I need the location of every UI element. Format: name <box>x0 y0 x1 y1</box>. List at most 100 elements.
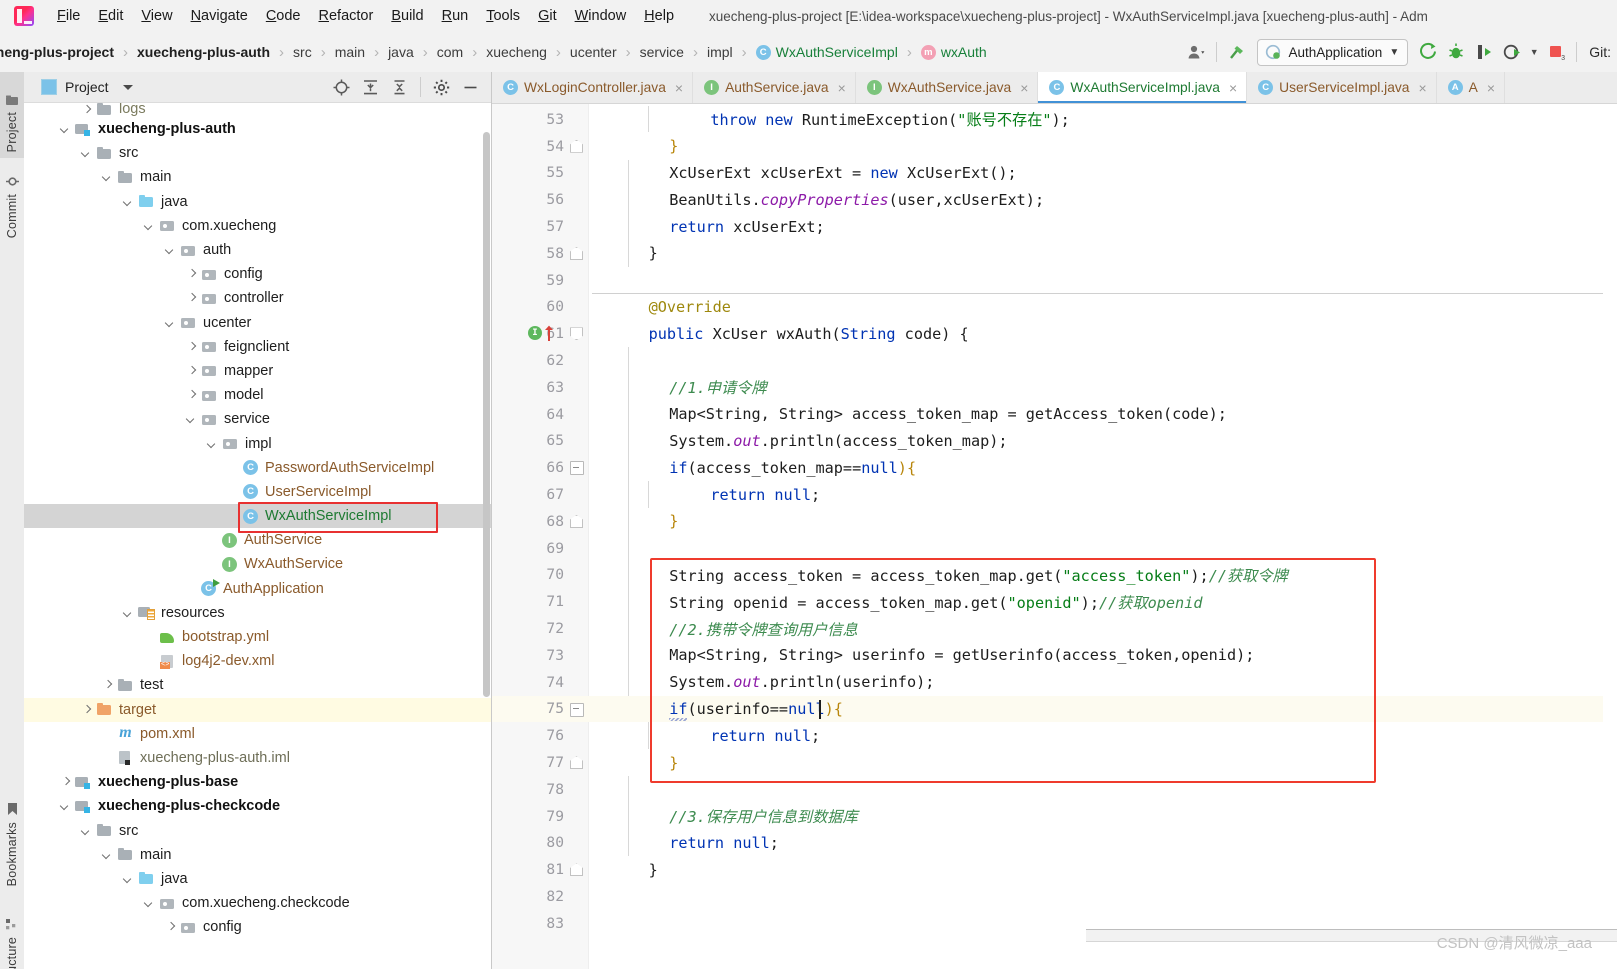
editor-tab-wxauthservice-java[interactable]: I WxAuthService.java × <box>856 72 1039 103</box>
tree-item-com-xuecheng-checkcode[interactable]: com.xuecheng.checkcode <box>24 891 491 915</box>
tree-item-feignclient[interactable]: feignclient <box>24 335 491 359</box>
code-lines[interactable]: 53 throw new RuntimeException("账号不存在"); 54… <box>492 104 1617 969</box>
tree-item-main[interactable]: main <box>24 165 491 189</box>
code-line-56[interactable]: 56 BeanUtils.copyProperties(user,xcUserEx… <box>492 186 1617 213</box>
tree-item-service[interactable]: service <box>24 407 491 431</box>
editor-vertical-scrollbar[interactable] <box>1603 104 1617 969</box>
code-line-70[interactable]: 70 String access_token = access_token_map… <box>492 562 1617 589</box>
code-line-62[interactable]: 62 <box>492 347 1617 374</box>
tree-item-model[interactable]: model <box>24 383 491 407</box>
profile-icon[interactable] <box>1498 39 1526 65</box>
code-fold-marker[interactable] <box>570 756 583 770</box>
breadcrumb-item-service[interactable]: service <box>638 44 686 60</box>
sidebar-tab-structure[interactable]: Structure <box>0 892 24 969</box>
code-line-81[interactable]: 81} <box>492 856 1617 883</box>
menu-item-navigate[interactable]: Navigate <box>182 5 257 27</box>
code-line-58[interactable]: 58} <box>492 240 1617 267</box>
tree-item-wxauthservice[interactable]: I WxAuthService <box>24 552 491 576</box>
override-arrow-icon[interactable] <box>544 325 554 342</box>
code-line-79[interactable]: 79 //3.保存用户信息到数据库 <box>492 803 1617 830</box>
code-line-78[interactable]: 78 <box>492 776 1617 803</box>
close-icon[interactable]: × <box>838 81 846 95</box>
code-line-61[interactable]: 61 public XcUser wxAuth(String code) {I <box>492 320 1617 347</box>
tree-item-target[interactable]: target <box>24 697 491 722</box>
menu-item-refactor[interactable]: Refactor <box>310 5 383 27</box>
code-line-60[interactable]: 60 @Override <box>492 292 1617 321</box>
tree-item-src[interactable]: src <box>24 818 491 842</box>
chevron-down-icon[interactable] <box>59 799 73 813</box>
chevron-right-icon[interactable] <box>185 340 199 354</box>
editor-tab-wxlogincontroller-java[interactable]: C WxLoginController.java × <box>492 72 694 103</box>
menu-item-window[interactable]: Window <box>566 5 636 27</box>
project-tree-scrollbar[interactable] <box>483 132 490 697</box>
menu-item-tools[interactable]: Tools <box>477 5 529 27</box>
close-icon[interactable]: × <box>1229 81 1237 95</box>
tree-item-authapplication[interactable]: C AuthApplication <box>24 577 491 601</box>
tree-item-java[interactable]: java <box>24 867 491 891</box>
code-line-66[interactable]: 66 if(access_token_map==null){ <box>492 454 1617 481</box>
breadcrumb-item-src[interactable]: src <box>291 44 314 60</box>
code-line-72[interactable]: 72 //2.携带令牌查询用户信息 <box>492 615 1617 642</box>
tree-item-log4j2-dev-xml[interactable]: log4j2-dev.xml <box>24 649 491 673</box>
tree-item-src[interactable]: src <box>24 141 491 165</box>
stop-icon[interactable]: 3 <box>1542 39 1570 65</box>
editor-tab-bar[interactable]: C WxLoginController.java × I AuthService.jav… <box>492 72 1617 104</box>
chevron-right-icon[interactable] <box>185 364 199 378</box>
chevron-down-icon[interactable] <box>80 824 94 838</box>
sidebar-tab-commit[interactable]: Commit <box>0 152 24 244</box>
code-line-69[interactable]: 69 <box>492 535 1617 562</box>
tree-item-xuecheng-plus-checkcode[interactable]: xuecheng-plus-checkcode <box>24 794 491 818</box>
code-line-74[interactable]: 74 System.out.println(userinfo); <box>492 669 1617 696</box>
tree-item-bootstrap-yml[interactable]: bootstrap.yml <box>24 625 491 649</box>
close-icon[interactable]: × <box>675 81 683 95</box>
editor-tab-a[interactable]: A A × <box>1437 72 1506 103</box>
chevron-down-icon[interactable] <box>59 122 73 136</box>
editor-tab-authservice-java[interactable]: I AuthService.java × <box>693 72 856 103</box>
code-line-57[interactable]: 57 return xcUserExt; <box>492 213 1617 240</box>
project-tree[interactable]: logs xuecheng-plus-auth src main java com.xue… <box>24 103 491 969</box>
chevron-down-icon[interactable] <box>101 848 115 862</box>
menu-item-help[interactable]: Help <box>635 5 683 27</box>
code-fold-marker[interactable] <box>570 327 583 341</box>
tree-item-ucenter[interactable]: ucenter <box>24 311 491 335</box>
gear-icon[interactable] <box>427 74 456 100</box>
chevron-right-icon[interactable] <box>80 103 94 117</box>
code-line-80[interactable]: 80 return null; <box>492 830 1617 857</box>
breadcrumb-item-xuecheng-plus-auth[interactable]: xuecheng-plus-auth <box>135 44 272 60</box>
collapse-all-icon[interactable] <box>385 74 414 100</box>
tree-item-auth[interactable]: auth <box>24 238 491 262</box>
tree-item-config[interactable]: config <box>24 915 491 939</box>
sidebar-tab-bookmarks[interactable]: Bookmarks <box>0 782 24 892</box>
tree-item-authservice[interactable]: I AuthService <box>24 528 491 552</box>
tree-item-passwordauthserviceimpl[interactable]: C PasswordAuthServiceImpl <box>24 456 491 480</box>
tree-item-xuecheng-plus-auth[interactable]: xuecheng-plus-auth <box>24 117 491 141</box>
chevron-down-icon[interactable] <box>143 896 157 910</box>
menu-item-code[interactable]: Code <box>257 5 310 27</box>
profile-dropdown-icon[interactable]: ▼ <box>1526 39 1542 65</box>
chevron-right-icon[interactable] <box>185 267 199 281</box>
close-icon[interactable]: × <box>1020 81 1028 95</box>
debug-icon[interactable] <box>1442 39 1470 65</box>
chevron-down-icon[interactable] <box>206 437 220 451</box>
breadcrumb-item-impl[interactable]: impl <box>705 44 735 60</box>
code-line-59[interactable]: 59 <box>492 267 1617 294</box>
chevron-down-icon[interactable] <box>122 195 136 209</box>
breadcrumb-item-com[interactable]: com <box>435 44 465 60</box>
breadcrumb-item-wxauth[interactable]: m wxAuth <box>919 44 989 60</box>
code-fold-marker[interactable] <box>570 247 583 260</box>
git-label[interactable]: Git: <box>1583 44 1611 60</box>
run-with-coverage-icon[interactable] <box>1470 39 1498 65</box>
code-line-71[interactable]: 71 String openid = access_token_map.get("… <box>492 588 1617 615</box>
chevron-down-icon[interactable] <box>80 146 94 160</box>
chevron-down-icon[interactable] <box>122 606 136 620</box>
code-line-64[interactable]: 64 Map<String, String> access_token_map =… <box>492 401 1617 428</box>
code-fold-marker[interactable] <box>570 461 584 476</box>
code-line-77[interactable]: 77} <box>492 749 1617 776</box>
chevron-right-icon[interactable] <box>59 775 73 789</box>
tree-item-xuecheng-plus-base[interactable]: xuecheng-plus-base <box>24 770 491 794</box>
tree-item-controller[interactable]: controller <box>24 286 491 310</box>
code-fold-marker[interactable] <box>570 139 583 153</box>
locate-icon[interactable] <box>327 74 356 100</box>
tree-item-userserviceimpl[interactable]: C UserServiceImpl <box>24 480 491 504</box>
code-line-73[interactable]: 73 Map<String, String> userinfo = getUser… <box>492 642 1617 669</box>
